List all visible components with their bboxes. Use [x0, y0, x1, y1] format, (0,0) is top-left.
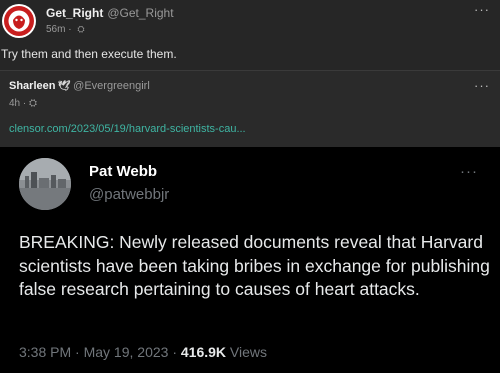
tweet-meta-separator: ·: [168, 344, 181, 360]
tweet-author-handle: @patwebbjr: [89, 186, 170, 203]
tweet-time: 3:38 PM: [19, 344, 72, 360]
article-link[interactable]: clensor.com/2023/05/19/harvard-scientist…: [9, 123, 246, 135]
public-audience-icon: ⛭: [77, 24, 85, 34]
tweet-views-count: 416.9K: [180, 344, 227, 360]
tweet-avatar: [19, 158, 71, 210]
dove-icon: 🕊: [57, 81, 71, 92]
more-options-icon[interactable]: ···: [474, 78, 490, 93]
tweet-author-name: Pat Webb: [89, 163, 158, 180]
author-name[interactable]: Get_Right: [46, 6, 103, 20]
shared-meta: 4h · ⛭: [9, 98, 37, 109]
tweet-meta-separator: ·: [71, 344, 84, 360]
post-meta: 56m · ⛭: [46, 24, 85, 35]
shared-author-line: Sharleen 🕊 @Evergreengirl: [9, 80, 150, 92]
tweet-text: BREAKING: Newly released documents revea…: [19, 232, 490, 299]
shared-time[interactable]: 4h: [9, 98, 20, 109]
shared-author-name[interactable]: Sharleen: [9, 80, 55, 92]
post-text: Try them and then execute them.: [1, 47, 177, 61]
shared-post: Sharleen 🕊 @Evergreengirl 4h · ⛭ ··· clens…: [0, 70, 500, 147]
tweet-date: May 19, 2023: [83, 344, 169, 360]
avatar[interactable]: [0, 2, 38, 40]
author-line: Get_Right @Get_Right: [46, 6, 174, 20]
tweet-meta: 3:38 PM · May 19, 2023 · 416.9K Views: [19, 344, 267, 360]
tweet-more-icon: ···: [460, 163, 478, 180]
post: Get_Right @Get_Right 56m · ⛭ ··· Try them…: [0, 0, 500, 70]
post-time[interactable]: 56m: [46, 24, 65, 35]
shared-author-handle[interactable]: @Evergreengirl: [73, 80, 150, 92]
author-handle[interactable]: @Get_Right: [107, 6, 173, 20]
embedded-tweet-screenshot: Pat Webb @patwebbjr ··· BREAKING: Newly …: [0, 147, 500, 373]
meta-separator: ·: [68, 24, 72, 35]
more-options-icon[interactable]: ···: [474, 2, 490, 17]
meta-separator: ·: [22, 98, 27, 109]
public-audience-icon: ⛭: [29, 98, 38, 109]
tweet-views-label: Views: [226, 344, 268, 360]
